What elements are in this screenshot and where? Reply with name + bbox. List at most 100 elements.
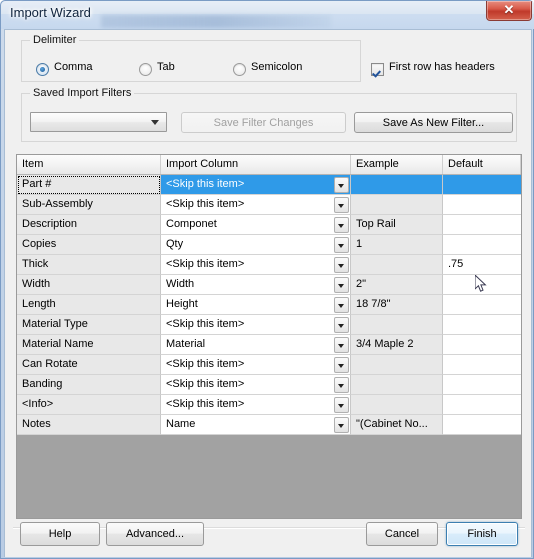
grid-cell-import-column[interactable]: Name — [161, 415, 351, 435]
chevron-down-icon[interactable] — [334, 197, 349, 213]
grid-cell-default[interactable] — [443, 235, 521, 255]
grid-cell-item[interactable]: Description — [17, 215, 161, 235]
grid-row[interactable]: Part # <Skip this item> — [17, 175, 521, 195]
close-button[interactable]: ✕ — [486, 1, 532, 21]
save-as-new-filter-label: Save As New Filter... — [382, 117, 485, 129]
grid-cell-import-column[interactable]: Height — [161, 295, 351, 315]
chevron-down-icon[interactable] — [334, 417, 349, 433]
grid-cell-example[interactable]: 2" — [351, 275, 443, 295]
radio-tab-indicator[interactable] — [139, 63, 152, 76]
grid-cell-item[interactable]: Copies — [17, 235, 161, 255]
grid-row[interactable]: Sub-Assembly <Skip this item> — [17, 195, 521, 215]
grid-row[interactable]: Copies Qty 1 — [17, 235, 521, 255]
grid-cell-example[interactable] — [351, 355, 443, 375]
grid-cell-example[interactable] — [351, 375, 443, 395]
grid-row[interactable]: Material Type <Skip this item> — [17, 315, 521, 335]
save-filter-changes-button[interactable]: Save Filter Changes — [181, 112, 346, 133]
chevron-down-icon[interactable] — [334, 257, 349, 273]
grid-cell-default[interactable] — [443, 415, 521, 435]
grid-cell-import-column[interactable]: <Skip this item> — [161, 355, 351, 375]
radio-comma-indicator[interactable] — [36, 63, 49, 76]
grid-cell-item[interactable]: Width — [17, 275, 161, 295]
grid-cell-import-column[interactable]: <Skip this item> — [161, 395, 351, 415]
grid-cell-default[interactable] — [443, 195, 521, 215]
grid-row[interactable]: <Info> <Skip this item> — [17, 395, 521, 415]
grid-cell-example[interactable]: Top Rail — [351, 215, 443, 235]
chevron-down-icon[interactable] — [334, 397, 349, 413]
grid-cell-default[interactable] — [443, 395, 521, 415]
grid-cell-item[interactable]: <Info> — [17, 395, 161, 415]
chevron-down-icon[interactable] — [334, 277, 349, 293]
grid-cell-example[interactable]: 3/4 Maple 2 — [351, 335, 443, 355]
grid-cell-import-column[interactable]: <Skip this item> — [161, 315, 351, 335]
grid-cell-item[interactable]: Material Name — [17, 335, 161, 355]
grid-cell-example[interactable] — [351, 175, 443, 195]
advanced-button[interactable]: Advanced... — [106, 522, 204, 546]
grid-cell-default[interactable] — [443, 375, 521, 395]
grid-row[interactable]: Width Width 2" — [17, 275, 521, 295]
grid-cell-import-column[interactable]: Componet — [161, 215, 351, 235]
grid-cell-example[interactable]: 1 — [351, 235, 443, 255]
grid-row[interactable]: Banding <Skip this item> — [17, 375, 521, 395]
grid-header-cell[interactable]: Default — [443, 155, 521, 174]
grid-cell-default[interactable] — [443, 315, 521, 335]
grid-cell-import-column[interactable]: <Skip this item> — [161, 375, 351, 395]
grid-cell-default[interactable]: .75 — [443, 255, 521, 275]
grid-cell-item[interactable]: Thick — [17, 255, 161, 275]
title-bar[interactable]: Import Wizard ✕ — [1, 1, 534, 29]
first-row-headers-indicator[interactable] — [371, 63, 384, 76]
chevron-down-icon[interactable] — [334, 317, 349, 333]
grid-cell-import-column[interactable]: <Skip this item> — [161, 175, 351, 195]
grid-cell-import-column[interactable]: Width — [161, 275, 351, 295]
grid-cell-item[interactable]: Length — [17, 295, 161, 315]
grid-cell-default[interactable] — [443, 215, 521, 235]
grid-cell-item[interactable]: Sub-Assembly — [17, 195, 161, 215]
grid-cell-default[interactable] — [443, 295, 521, 315]
grid-cell-default[interactable] — [443, 175, 521, 195]
grid-row[interactable]: Description Componet Top Rail — [17, 215, 521, 235]
grid-cell-item[interactable]: Part # — [17, 175, 161, 195]
grid-cell-default[interactable] — [443, 335, 521, 355]
saved-filter-combobox[interactable] — [30, 112, 167, 132]
radio-semicolon-indicator[interactable] — [233, 63, 246, 76]
save-as-new-filter-button[interactable]: Save As New Filter... — [354, 112, 513, 133]
grid-cell-item[interactable]: Banding — [17, 375, 161, 395]
grid-cell-import-column[interactable]: Qty — [161, 235, 351, 255]
chevron-down-icon[interactable] — [151, 120, 159, 125]
grid-row[interactable]: Can Rotate <Skip this item> — [17, 355, 521, 375]
grid-row[interactable]: Material Name Material 3/4 Maple 2 — [17, 335, 521, 355]
grid-row[interactable]: Length Height 18 7/8" — [17, 295, 521, 315]
chevron-down-icon[interactable] — [334, 297, 349, 313]
grid-cell-example[interactable]: "(Cabinet No... — [351, 415, 443, 435]
grid-header-cell[interactable]: Import Column — [161, 155, 351, 174]
grid-cell-import-column[interactable]: Material — [161, 335, 351, 355]
grid-cell-item[interactable]: Can Rotate — [17, 355, 161, 375]
chevron-down-icon[interactable] — [334, 177, 349, 193]
grid-cell-item[interactable]: Notes — [17, 415, 161, 435]
save-filter-changes-label: Save Filter Changes — [213, 117, 314, 129]
grid-cell-import-column[interactable]: <Skip this item> — [161, 255, 351, 275]
grid-cell-default[interactable] — [443, 355, 521, 375]
grid-cell-import-column[interactable]: <Skip this item> — [161, 195, 351, 215]
grid-cell-example[interactable]: 18 7/8" — [351, 295, 443, 315]
grid-header-cell[interactable]: Example — [351, 155, 443, 174]
finish-button[interactable]: Finish — [446, 522, 518, 546]
help-button[interactable]: Help — [20, 522, 100, 546]
import-mapping-grid[interactable]: Item Import Column Example Default Part # <S… — [16, 154, 522, 519]
grid-cell-item[interactable]: Material Type — [17, 315, 161, 335]
chevron-down-icon[interactable] — [334, 237, 349, 253]
cancel-button[interactable]: Cancel — [366, 522, 438, 546]
grid-cell-example[interactable] — [351, 395, 443, 415]
grid-cell-default[interactable] — [443, 275, 521, 295]
chevron-down-icon[interactable] — [334, 217, 349, 233]
grid-cell-example[interactable] — [351, 255, 443, 275]
help-button-label: Help — [48, 528, 72, 540]
chevron-down-icon[interactable] — [334, 357, 349, 373]
grid-header-cell[interactable]: Item — [17, 155, 161, 174]
grid-row[interactable]: Thick <Skip this item> .75 — [17, 255, 521, 275]
grid-row[interactable]: Notes Name "(Cabinet No... — [17, 415, 521, 435]
chevron-down-icon[interactable] — [334, 337, 349, 353]
chevron-down-icon[interactable] — [334, 377, 349, 393]
grid-cell-example[interactable] — [351, 195, 443, 215]
grid-cell-example[interactable] — [351, 315, 443, 335]
